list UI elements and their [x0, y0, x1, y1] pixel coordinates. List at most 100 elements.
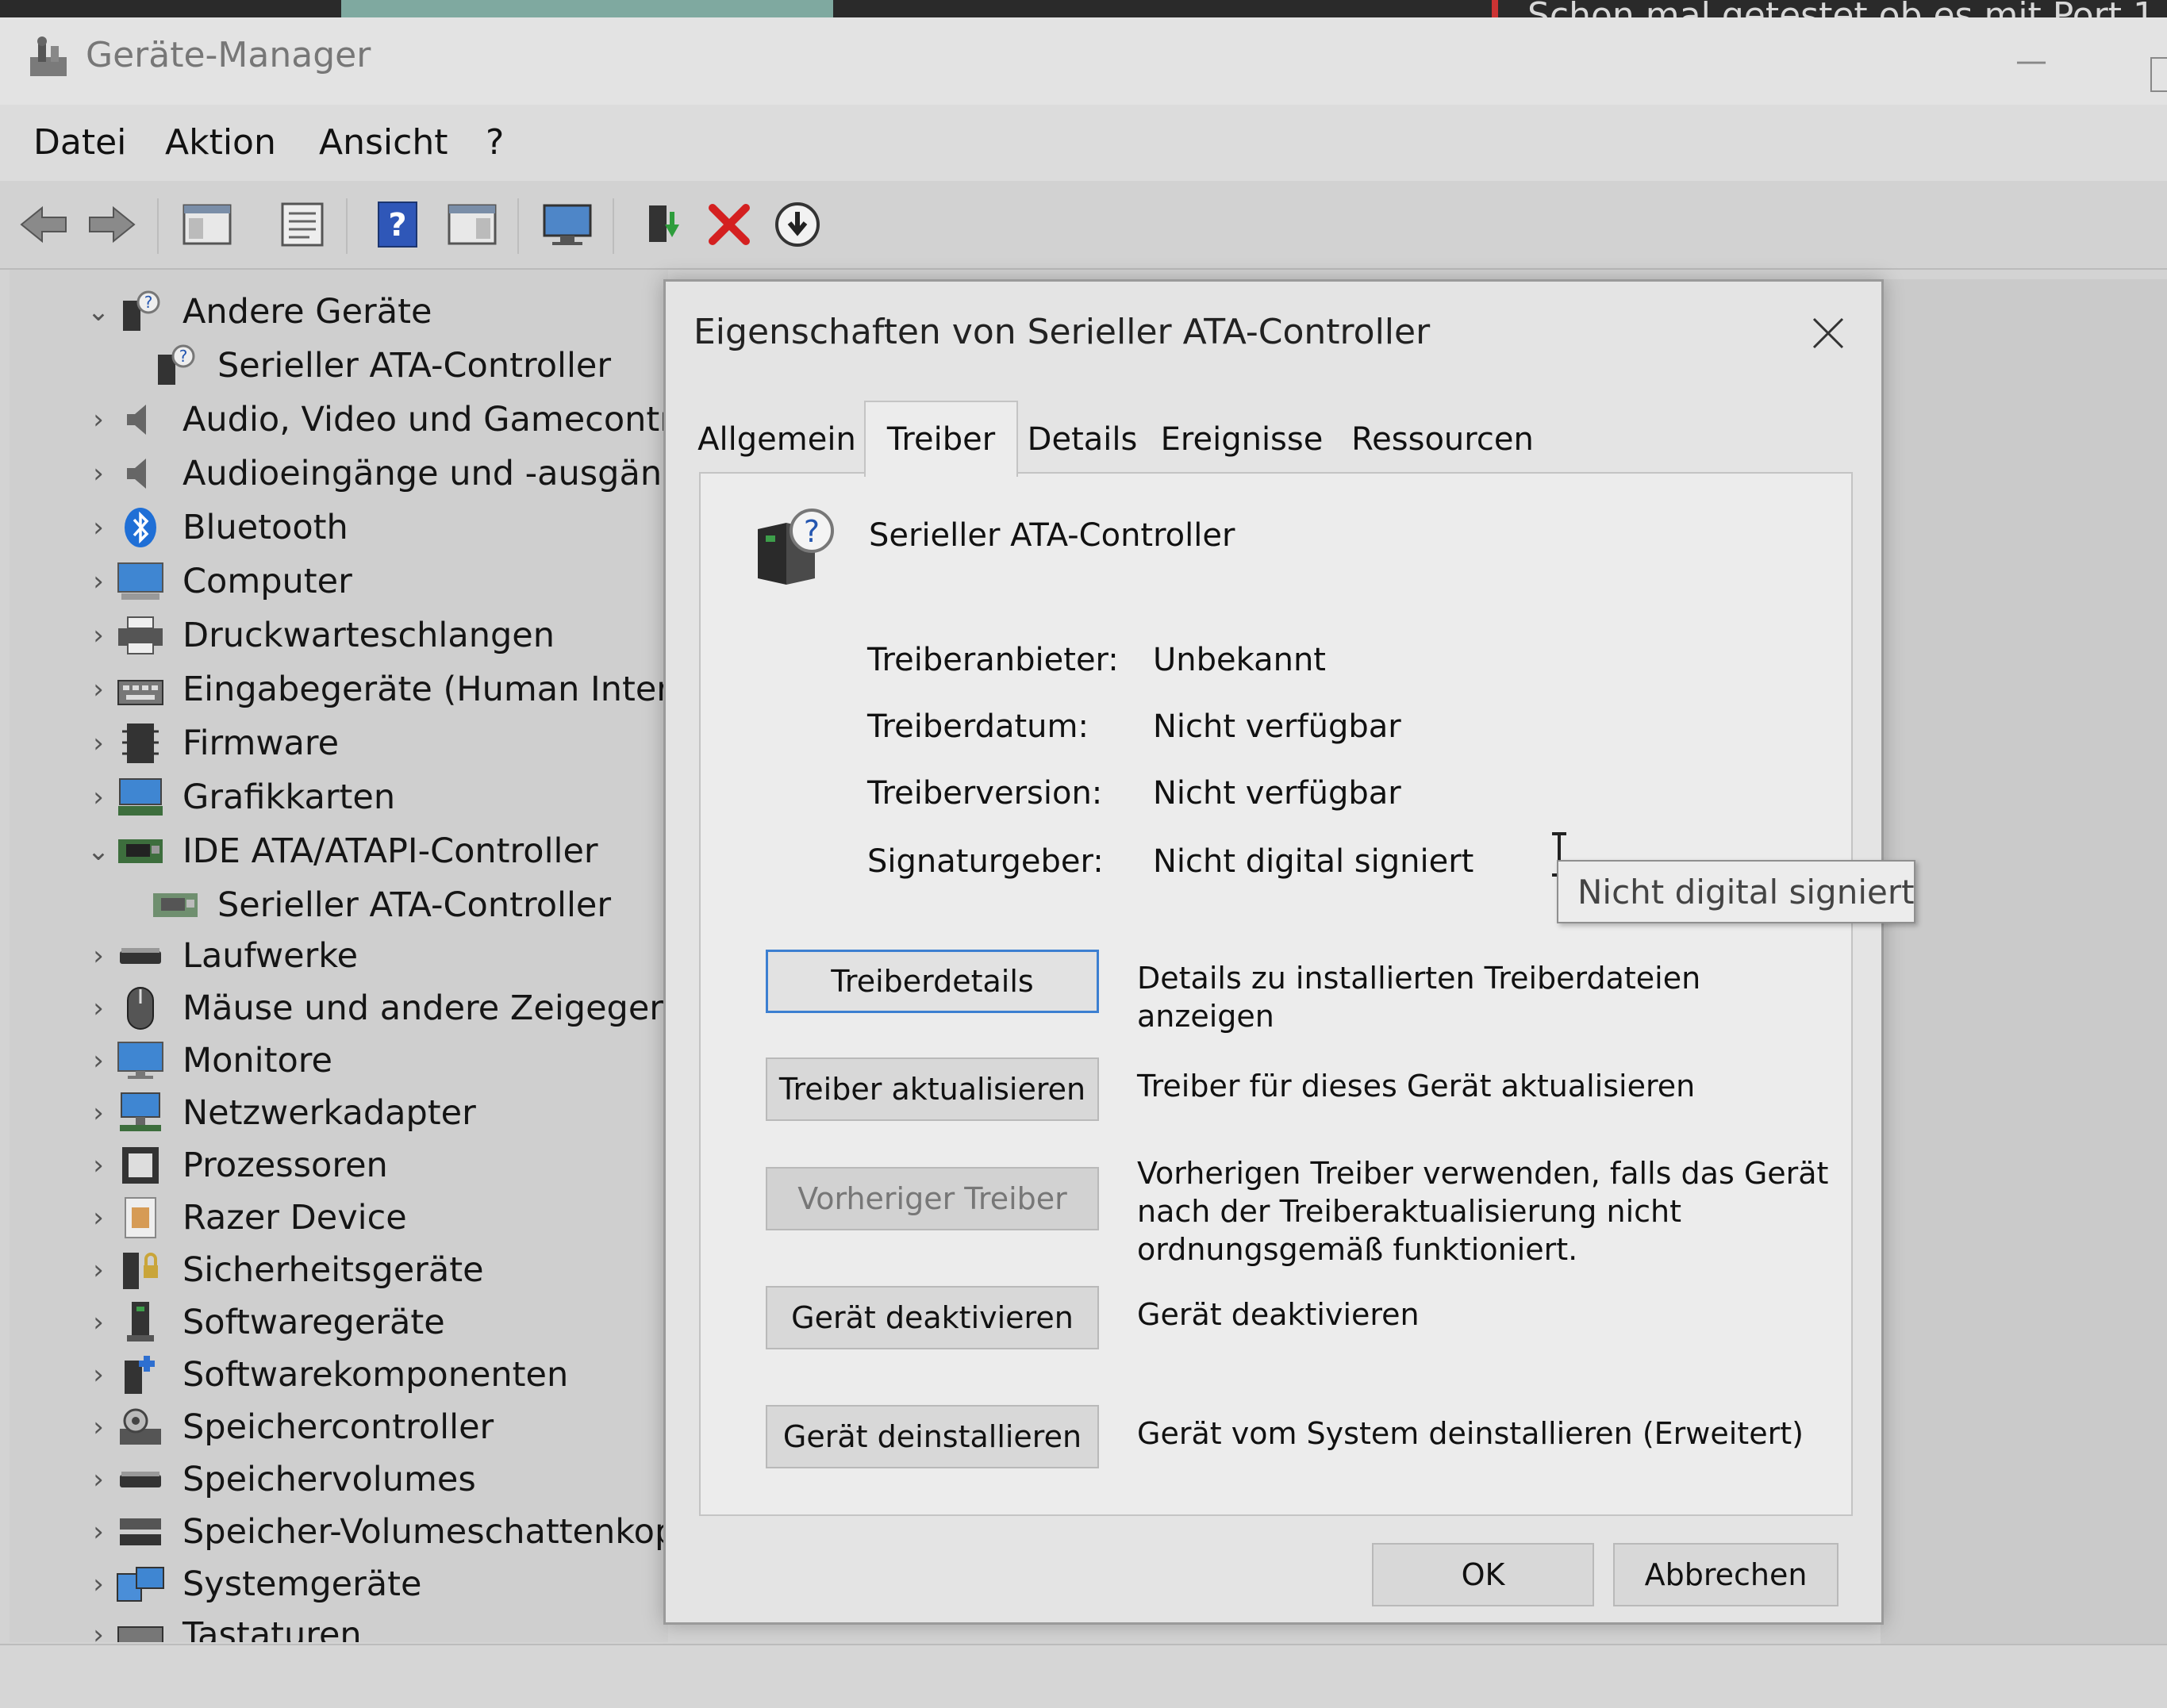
chip-icon [116, 721, 165, 766]
ide-controller-icon [116, 829, 165, 873]
tree-item-serieller-ata-ide[interactable]: Serieller ATA-Controller [151, 881, 611, 930]
properties-icon[interactable] [275, 198, 330, 251]
chevron-right-icon[interactable]: › [81, 1097, 116, 1129]
tab-treiber[interactable]: Treiber [864, 401, 1018, 477]
chevron-right-icon[interactable]: › [81, 940, 116, 972]
tree-item-prozessoren[interactable]: › Prozessoren [81, 1141, 388, 1190]
tree-item-speichervolumes[interactable]: › Speichervolumes [81, 1455, 476, 1504]
tree-item-softwarekomponenten[interactable]: › Softwarekomponenten [81, 1350, 568, 1399]
display-adapter-icon [116, 775, 165, 819]
storage-controller-icon [116, 1405, 165, 1449]
tree-item-eingabegeraete[interactable]: › Eingabegeräte (Human Interface Devices… [81, 665, 668, 714]
tree-item-bluetooth[interactable]: › Bluetooth [81, 503, 348, 552]
chevron-down-icon[interactable]: ⌄ [81, 835, 116, 867]
chevron-right-icon[interactable]: › [81, 1516, 116, 1548]
chevron-right-icon[interactable]: › [81, 1307, 116, 1338]
chevron-right-icon[interactable]: › [81, 1254, 116, 1286]
geraet-deinstallieren-button[interactable]: Gerät deinstallieren [766, 1405, 1099, 1468]
treiber-aktualisieren-button[interactable]: Treiber aktualisieren [766, 1057, 1099, 1121]
tree-item-serieller-ata-unknown[interactable]: ? Serieller ATA-Controller [151, 341, 611, 390]
tree-item-speicher-volumeschattenkopien[interactable]: › Speicher-Volumeschattenkopien [81, 1507, 668, 1556]
chevron-right-icon[interactable]: › [81, 1568, 116, 1600]
unknown-device-icon: ? [116, 290, 165, 334]
processor-icon [116, 1143, 165, 1188]
prop-value-treiberdatum: Nicht verfügbar [1153, 708, 1401, 745]
chevron-right-icon[interactable]: › [81, 458, 116, 489]
scan-hardware-icon[interactable] [540, 198, 595, 251]
tree-item-laufwerke[interactable]: › Laufwerke [81, 931, 358, 981]
show-hide-console-tree-icon[interactable] [179, 198, 235, 251]
download-driver-icon[interactable] [770, 198, 825, 251]
chevron-right-icon[interactable]: › [81, 1202, 116, 1234]
geraet-deaktivieren-button[interactable]: Gerät deaktivieren [766, 1286, 1099, 1349]
maximize-button[interactable] [2150, 57, 2167, 92]
tree-item-monitore[interactable]: › Monitore [81, 1036, 332, 1085]
chevron-right-icon[interactable]: › [81, 1045, 116, 1077]
vorheriger-treiber-button[interactable]: Vorheriger Treiber [766, 1167, 1099, 1230]
chevron-right-icon[interactable]: › [81, 1411, 116, 1443]
chevron-right-icon[interactable]: › [81, 1619, 116, 1642]
tree-item-ide-ata-atapi[interactable]: ⌄ IDE ATA/ATAPI-Controller [81, 827, 598, 876]
chevron-right-icon[interactable]: › [81, 674, 116, 705]
chevron-right-icon[interactable]: › [81, 992, 116, 1024]
tree-item-druckwarteschlangen[interactable]: › Druckwarteschlangen [81, 611, 555, 660]
tree-item-netzwerkadapter[interactable]: › Netzwerkadapter [81, 1088, 476, 1138]
prop-label-signaturgeber: Signaturgeber: [867, 843, 1104, 880]
chevron-right-icon[interactable]: › [81, 566, 116, 597]
help-icon[interactable]: ? [370, 198, 425, 251]
menu-help[interactable]: ? [486, 122, 504, 163]
dialog-close-button[interactable] [1800, 305, 1856, 361]
chevron-right-icon[interactable]: › [81, 727, 116, 759]
tree-item-sicherheitsgeraete[interactable]: › Sicherheitsgeräte [81, 1245, 483, 1295]
treiberdetails-description: Details zu installierten Treiberdateien … [1137, 961, 1701, 1034]
update-driver-icon[interactable] [635, 198, 690, 251]
background-window-strip: Schon mal getestet ob es mit Port 1 [0, 0, 2167, 36]
device-name: Serieller ATA-Controller [869, 517, 1235, 554]
tree-item-audio-video[interactable]: › Audio, Video und Gamecontroller [81, 395, 668, 444]
menu-aktion[interactable]: Aktion [165, 122, 276, 163]
tree-item-andere-geraete[interactable]: ⌄ ? Andere Geräte [81, 287, 432, 336]
action-pane-icon[interactable] [444, 198, 500, 251]
geraet-deinstallieren-description: Gerät vom System deinstallieren (Erweite… [1137, 1416, 1804, 1451]
disk-drive-icon [116, 934, 165, 978]
tree-item-speichercontroller[interactable]: › Speichercontroller [81, 1403, 494, 1452]
tree-item-systemgeraete[interactable]: › Systemgeräte [81, 1560, 421, 1609]
prop-label-treiberanbieter: Treiberanbieter: [867, 642, 1119, 678]
prop-value-signaturgeber: Nicht digital signiert [1153, 843, 1474, 880]
chevron-right-icon[interactable]: › [81, 512, 116, 543]
tree-item-softwaregeraete[interactable]: › Softwaregeräte [81, 1298, 445, 1347]
tree-item-computer[interactable]: › Computer [81, 557, 352, 606]
ide-controller-icon [151, 883, 200, 927]
chevron-right-icon[interactable]: › [81, 781, 116, 813]
toolbar-separator [613, 198, 614, 254]
device-manager-icon [30, 36, 67, 76]
tree-item-maeuse[interactable]: › Mäuse und andere Zeigegeräte [81, 984, 668, 1033]
security-device-icon [116, 1248, 165, 1292]
back-arrow-icon[interactable] [16, 198, 71, 251]
treiberdetails-button[interactable]: Treiberdetails [766, 950, 1099, 1013]
tab-details[interactable]: Details [1016, 407, 1148, 472]
chevron-right-icon[interactable]: › [81, 1464, 116, 1495]
chevron-right-icon[interactable]: › [81, 404, 116, 436]
tree-item-grafikkarten[interactable]: › Grafikkarten [81, 773, 395, 822]
chevron-right-icon[interactable]: › [81, 1359, 116, 1391]
tree-item-audioeingaenge[interactable]: › Audioeingänge und -ausgänge [81, 449, 668, 498]
storage-volume-icon [116, 1457, 165, 1502]
menu-datei[interactable]: Datei [33, 122, 126, 163]
forward-arrow-icon[interactable] [84, 198, 140, 251]
tab-allgemein[interactable]: Allgemein [690, 407, 864, 472]
tab-ereignisse[interactable]: Ereignisse [1150, 407, 1334, 472]
tree-item-firmware[interactable]: › Firmware [81, 719, 339, 768]
menu-ansicht[interactable]: Ansicht [319, 122, 448, 163]
tree-item-tastaturen[interactable]: › Tastaturen [81, 1610, 362, 1642]
tree-item-razer-device[interactable]: › Razer Device [81, 1193, 407, 1242]
tab-ressourcen[interactable]: Ressourcen [1335, 407, 1550, 472]
prop-value-treiberanbieter: Unbekannt [1153, 642, 1326, 678]
chevron-down-icon[interactable]: ⌄ [81, 296, 116, 328]
uninstall-red-x-icon[interactable] [701, 198, 757, 251]
chevron-right-icon[interactable]: › [81, 620, 116, 651]
minimize-button[interactable]: — [2015, 45, 2054, 77]
chevron-right-icon[interactable]: › [81, 1150, 116, 1181]
cancel-button[interactable]: Abbrechen [1613, 1543, 1838, 1606]
ok-button[interactable]: OK [1372, 1543, 1594, 1606]
